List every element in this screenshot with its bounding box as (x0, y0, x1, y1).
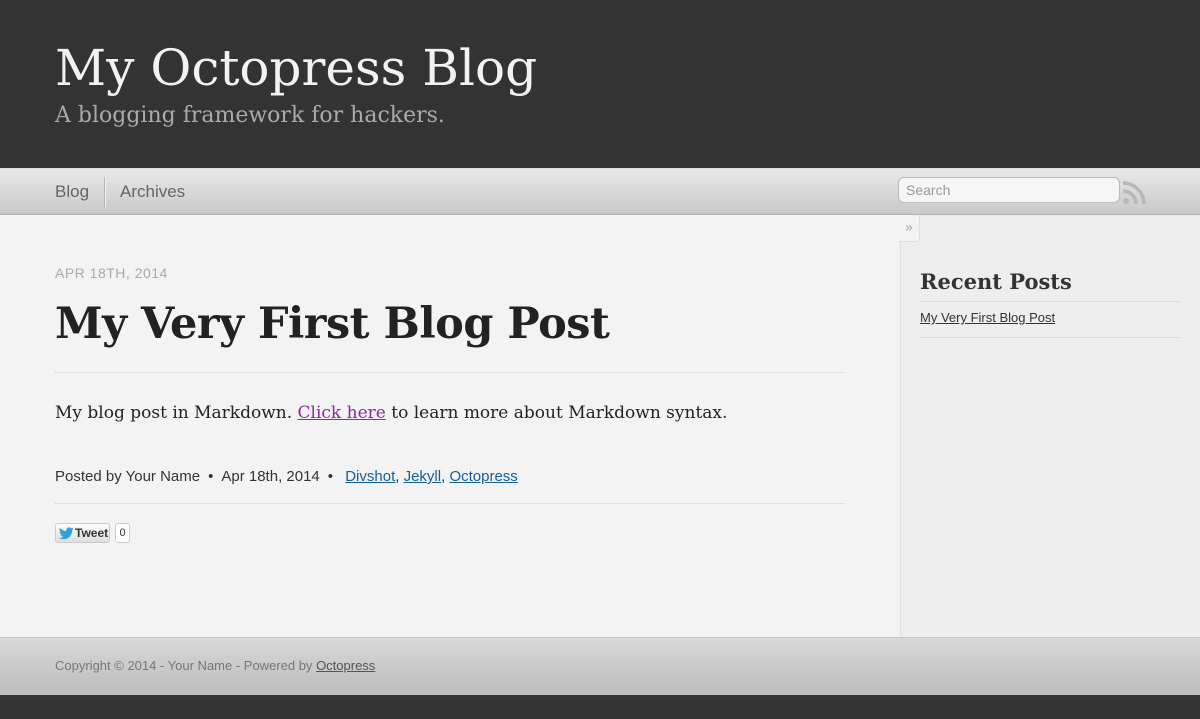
nav-item-blog[interactable]: Blog (55, 169, 89, 214)
post-body: My blog post in Markdown. Click here to … (55, 403, 727, 423)
tweet-button[interactable]: Tweet (55, 523, 110, 543)
post-date: APR 18TH, 2014 (55, 265, 168, 281)
post-body-text-start: My blog post in Markdown. (55, 403, 298, 423)
meta-bullet: • (327, 468, 334, 485)
nav-item-archives[interactable]: Archives (120, 169, 185, 214)
sidebar-divider (920, 301, 1180, 302)
post-body-text-end: to learn more about Markdown syntax. (385, 403, 728, 423)
meta-divider (55, 503, 845, 504)
post-author: Posted by Your Name (55, 468, 201, 485)
main-navigation: Blog Archives (0, 168, 1200, 215)
tweet-label: Tweet (75, 526, 109, 540)
category-link-jekyll[interactable]: Jekyll (404, 468, 442, 485)
collapse-sidebar-icon[interactable]: » (899, 215, 920, 242)
site-title[interactable]: My Octopress Blog (55, 36, 537, 100)
footer-text: Copyright © 2014 - Your Name - Powered b… (55, 658, 375, 673)
copyright-text: Copyright © 2014 - Your Name - Powered b… (55, 658, 317, 673)
title-divider (55, 372, 845, 373)
content-area: APR 18TH, 2014 My Very First Blog Post M… (0, 215, 1200, 637)
post-title[interactable]: My Very First Blog Post (55, 299, 610, 349)
category-link-divshot[interactable]: Divshot (345, 468, 395, 485)
octopress-link[interactable]: Octopress (316, 658, 375, 673)
twitter-bird-icon (58, 527, 74, 540)
site-header: My Octopress Blog A blogging framework f… (0, 0, 1200, 168)
meta-bullet: • (208, 468, 214, 485)
bottom-band (0, 695, 1200, 719)
tweet-count: 0 (115, 523, 130, 543)
nav-divider (104, 177, 105, 207)
search-input[interactable] (898, 177, 1120, 203)
category-link-octopress[interactable]: Octopress (449, 468, 517, 485)
recent-posts-heading: Recent Posts (920, 269, 1072, 294)
sidebar: » Recent Posts My Very First Blog Post (899, 215, 1200, 637)
post-meta-date: Apr 18th, 2014 (221, 468, 320, 485)
post-meta: Posted by Your Name • Apr 18th, 2014 • Divs… (55, 468, 518, 485)
sidebar-divider (920, 337, 1180, 338)
recent-post-link[interactable]: My Very First Blog Post (920, 310, 1055, 325)
site-footer: Copyright © 2014 - Your Name - Powered b… (0, 637, 1200, 695)
rss-icon[interactable] (1122, 181, 1146, 205)
site-subtitle: A blogging framework for hackers. (55, 103, 445, 128)
markdown-link[interactable]: Click here (298, 403, 386, 423)
